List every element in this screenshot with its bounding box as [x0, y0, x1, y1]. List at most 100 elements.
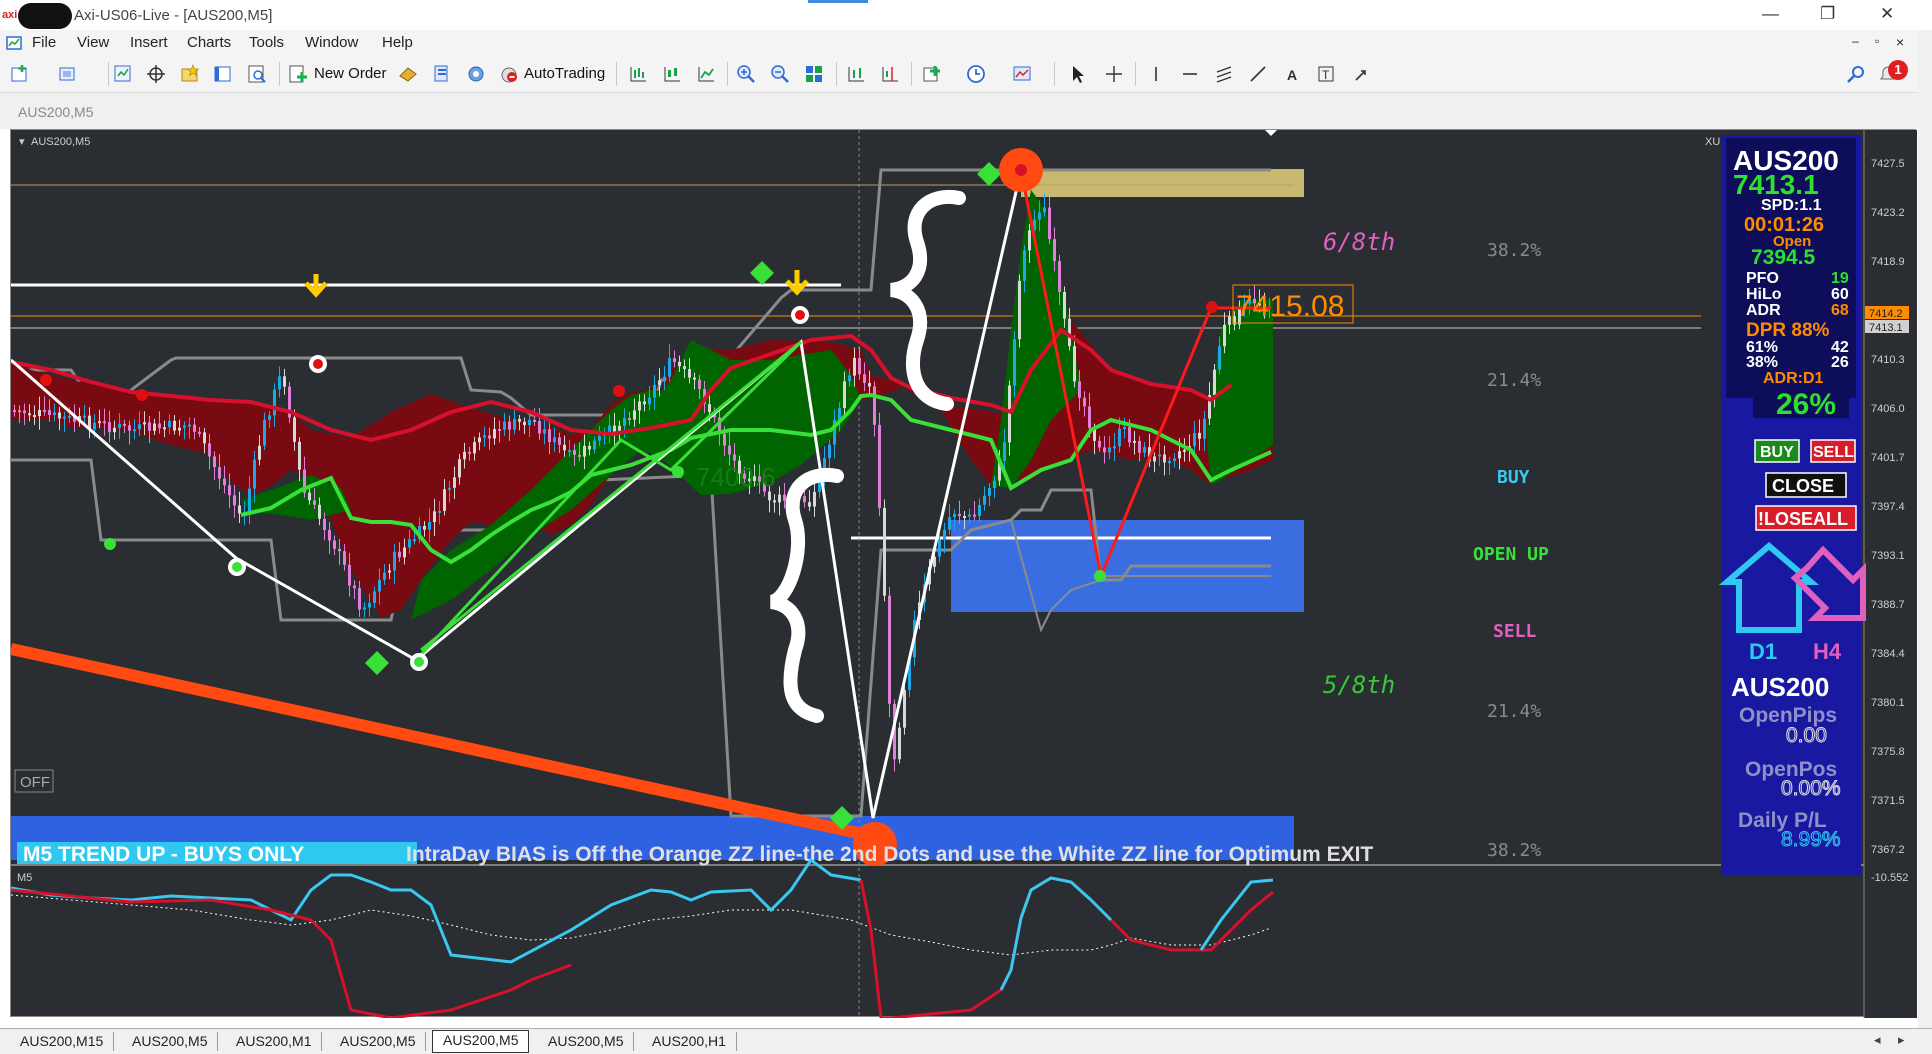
- text-label-icon[interactable]: T: [1316, 64, 1336, 84]
- mdi-restore-button[interactable]: ▫: [1875, 34, 1879, 48]
- toolbar-separator: [1135, 62, 1136, 86]
- tab-aus200-m5-active[interactable]: AUS200,M5: [432, 1030, 530, 1053]
- bar-chart-icon[interactable]: [628, 64, 648, 84]
- menu-tools[interactable]: Tools: [249, 34, 284, 51]
- candle-body: [298, 441, 301, 470]
- panel-close-button[interactable]: CLOSE: [1772, 476, 1834, 496]
- tab-aus200-h1[interactable]: AUS200,H1: [642, 1032, 737, 1051]
- trendline-icon[interactable]: [1248, 64, 1268, 84]
- chart-shift-icon[interactable]: [880, 64, 900, 84]
- candle-body: [578, 454, 581, 457]
- chart-window[interactable]: ▾ AUS200,M5 XU 7427.5 7423.2 7418.9 7410…: [9, 129, 1917, 1020]
- right-scrollbar[interactable]: [1918, 30, 1932, 1053]
- candle-body: [533, 419, 536, 422]
- candle-body: [258, 445, 261, 460]
- text-tool-icon[interactable]: A: [1282, 64, 1302, 84]
- templates-icon[interactable]: [1012, 64, 1032, 84]
- off-button[interactable]: OFF: [20, 774, 50, 791]
- zoom-in-icon[interactable]: [736, 64, 756, 84]
- tab-aus200-m5[interactable]: AUS200,M5: [538, 1032, 635, 1051]
- market-watch-icon[interactable]: [113, 64, 133, 84]
- menu-insert[interactable]: Insert: [130, 34, 168, 51]
- candle-body: [388, 570, 391, 573]
- panel-sell-button[interactable]: SELL: [1813, 444, 1854, 461]
- autotrading-button[interactable]: AutoTrading: [524, 65, 605, 82]
- vps-icon[interactable]: [466, 64, 486, 84]
- panel-symbol-2: AUS200: [1731, 672, 1829, 702]
- oscillator-line: [10, 857, 862, 964]
- line-chart-icon[interactable]: [696, 64, 716, 84]
- new-order-icon[interactable]: [288, 64, 308, 84]
- market-icon[interactable]: [432, 64, 452, 84]
- candle-body: [13, 410, 16, 412]
- signals-icon[interactable]: [398, 64, 418, 84]
- price-chart[interactable]: ▾ AUS200,M5 XU 7427.5 7423.2 7418.9 7410…: [9, 130, 1917, 1020]
- candle-body: [493, 429, 496, 439]
- panel-loseall-button[interactable]: !LOSEALL: [1758, 509, 1848, 529]
- inner-symbol-triangle: ▾: [19, 136, 25, 148]
- candlestick-icon[interactable]: [662, 64, 682, 84]
- panel-row-value: 19: [1831, 270, 1849, 287]
- auto-scroll-icon[interactable]: [846, 64, 866, 84]
- tile-windows-icon[interactable]: [804, 64, 824, 84]
- menu-help[interactable]: Help: [382, 34, 413, 51]
- tabs-prev-arrow-icon[interactable]: ◂: [1874, 1032, 1881, 1048]
- strategy-tester-icon[interactable]: [247, 64, 267, 84]
- panel-open-price: 7394.5: [1751, 246, 1816, 269]
- big-price-label: 7415.08: [1236, 290, 1344, 323]
- zoom-out-icon[interactable]: [770, 64, 790, 84]
- menu-file[interactable]: File: [32, 34, 56, 51]
- arrows-tool-icon[interactable]: [1352, 64, 1372, 84]
- mdi-minimize-button[interactable]: –: [1852, 34, 1859, 48]
- close-button[interactable]: ✕: [1880, 4, 1894, 24]
- panel-buy-button[interactable]: BUY: [1760, 444, 1794, 461]
- new-chart-icon[interactable]: [10, 64, 30, 84]
- minimize-button[interactable]: —: [1762, 4, 1779, 24]
- candle-body: [1098, 440, 1101, 448]
- candle-body: [888, 595, 891, 704]
- candle-body: [373, 591, 376, 603]
- candle-body: [593, 440, 596, 450]
- autotrading-icon[interactable]: [499, 64, 519, 84]
- candle-body: [583, 445, 586, 457]
- oscillator-line-down: [859, 876, 1274, 1020]
- candle-body: [518, 418, 521, 422]
- candle-body: [363, 607, 366, 610]
- candle-body: [728, 445, 731, 455]
- mid-price-label: 7400.6: [696, 462, 776, 492]
- restore-button[interactable]: ❐: [1820, 4, 1835, 24]
- candle-body: [1128, 427, 1131, 443]
- profiles-icon[interactable]: [58, 64, 78, 84]
- vertical-line-icon[interactable]: [1146, 64, 1166, 84]
- mdi-close-button[interactable]: ×: [1896, 34, 1904, 50]
- search-icon[interactable]: [1846, 64, 1866, 84]
- candle-body: [768, 491, 771, 501]
- panel-openpos-value: 0.00%: [1781, 777, 1841, 800]
- tab-aus200-m5[interactable]: AUS200,M5: [122, 1032, 219, 1051]
- menu-window[interactable]: Window: [305, 34, 358, 51]
- crosshair-icon[interactable]: [1104, 64, 1124, 84]
- horizontal-line-icon[interactable]: [1180, 64, 1200, 84]
- new-order-button[interactable]: New Order: [314, 65, 387, 82]
- candle-body: [383, 572, 386, 580]
- indicators-icon[interactable]: [922, 64, 942, 84]
- subwindow-axis-label: -10.552: [1871, 872, 1908, 884]
- equidistant-channel-icon[interactable]: [1214, 64, 1234, 84]
- panel-row-value: 60: [1831, 286, 1849, 303]
- cursor-icon[interactable]: [1068, 64, 1088, 84]
- candle-body: [413, 539, 416, 542]
- tab-aus200-m5[interactable]: AUS200,M5: [330, 1032, 427, 1051]
- crosshair-move-icon[interactable]: [146, 64, 166, 84]
- candle-body: [338, 548, 341, 552]
- menu-charts[interactable]: Charts: [187, 34, 231, 51]
- price-axis-tick: 7397.4: [1871, 501, 1905, 513]
- tabs-next-arrow-icon[interactable]: ▸: [1898, 1032, 1905, 1048]
- periods-clock-icon[interactable]: [966, 64, 986, 84]
- candle-body: [1193, 432, 1196, 447]
- candle-body: [1118, 428, 1121, 447]
- terminal-icon[interactable]: [213, 64, 233, 84]
- menu-view[interactable]: View: [77, 34, 109, 51]
- tab-aus200-m15[interactable]: AUS200,M15: [10, 1032, 115, 1051]
- tab-aus200-m1[interactable]: AUS200,M1: [226, 1032, 323, 1051]
- navigator-star-icon[interactable]: [180, 64, 200, 84]
